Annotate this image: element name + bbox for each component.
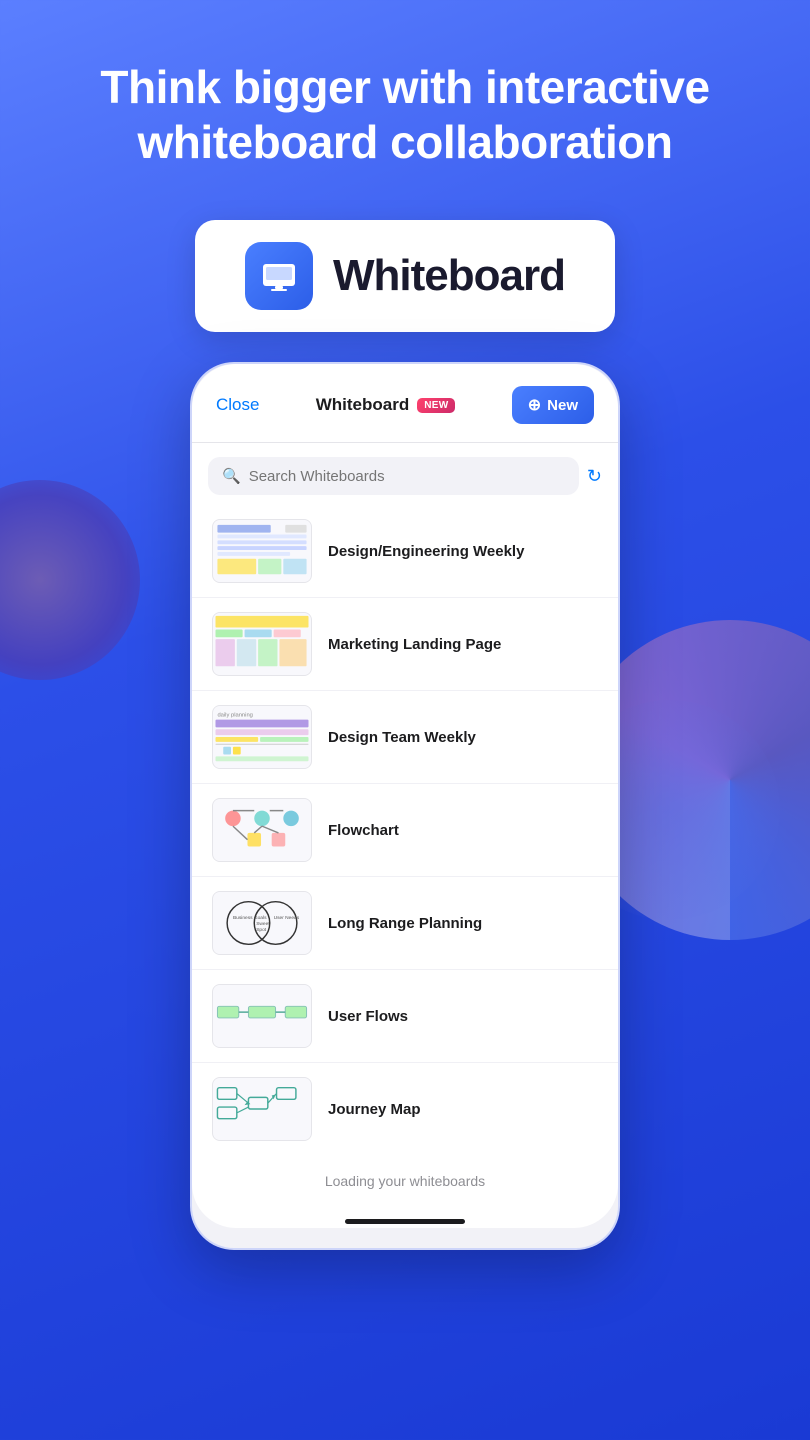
item-thumbnail: [212, 1077, 312, 1141]
svg-text:Spot: Spot: [256, 927, 267, 933]
search-input[interactable]: [249, 468, 565, 485]
panel-header: Close Whiteboard NEW ⊕ New: [192, 364, 618, 443]
new-badge: NEW: [417, 398, 455, 413]
hero-title: Think bigger with interactive whiteboard…: [60, 60, 750, 170]
search-icon: 🔍: [222, 467, 241, 485]
whiteboard-list: Design/Engineering Weekly: [192, 505, 618, 1155]
item-name: Design/Engineering Weekly: [328, 543, 524, 560]
whiteboard-panel: Close Whiteboard NEW ⊕ New 🔍 ↻: [192, 364, 618, 1228]
item-thumbnail: [212, 612, 312, 676]
new-btn-label: New: [547, 397, 578, 414]
home-indicator: [192, 1207, 618, 1228]
blob-left: [0, 480, 140, 680]
svg-text:Sweet: Sweet: [256, 921, 270, 927]
search-row: 🔍 ↻: [208, 457, 602, 495]
list-item[interactable]: daily planning Design Team Weekly: [192, 691, 618, 784]
phone-frame: Close Whiteboard NEW ⊕ New 🔍 ↻: [190, 362, 620, 1250]
home-bar: [345, 1219, 465, 1224]
list-item[interactable]: User Flows: [192, 970, 618, 1063]
loading-text: Loading your whiteboards: [192, 1155, 618, 1207]
panel-title-group: Whiteboard NEW: [316, 395, 456, 415]
item-thumbnail: [212, 519, 312, 583]
item-name: Long Range Planning: [328, 915, 482, 932]
new-whiteboard-button[interactable]: ⊕ New: [512, 386, 594, 424]
wb-app-icon: [245, 242, 313, 310]
close-button[interactable]: Close: [216, 395, 259, 415]
item-name: Journey Map: [328, 1101, 421, 1118]
wb-badge: Whiteboard: [195, 220, 615, 332]
list-item[interactable]: Flowchart: [192, 784, 618, 877]
refresh-icon[interactable]: ↻: [587, 466, 602, 487]
item-name: User Flows: [328, 1008, 408, 1025]
whiteboard-icon: [259, 256, 299, 296]
item-name: Design Team Weekly: [328, 729, 476, 746]
list-item[interactable]: Design/Engineering Weekly: [192, 505, 618, 598]
item-name: Flowchart: [328, 822, 399, 839]
search-input-wrap: 🔍: [208, 457, 579, 495]
list-item[interactable]: Business Goals User Needs Sweet Spot Lon…: [192, 877, 618, 970]
item-thumbnail: daily planning: [212, 705, 312, 769]
svg-text:Business Goals: Business Goals: [233, 916, 267, 922]
svg-text:daily planning: daily planning: [217, 713, 252, 719]
search-container: 🔍 ↻: [192, 443, 618, 505]
new-btn-icon: ⊕: [528, 395, 541, 415]
hero-section: Think bigger with interactive whiteboard…: [0, 0, 810, 210]
item-name: Marketing Landing Page: [328, 636, 501, 653]
wb-label: Whiteboard: [333, 251, 565, 301]
svg-text:User Needs: User Needs: [274, 916, 300, 922]
list-item[interactable]: Marketing Landing Page: [192, 598, 618, 691]
item-thumbnail: Business Goals User Needs Sweet Spot: [212, 891, 312, 955]
item-thumbnail: [212, 984, 312, 1048]
wb-badge-container: Whiteboard: [0, 210, 810, 362]
item-thumbnail: [212, 798, 312, 862]
panel-title-text: Whiteboard: [316, 395, 410, 415]
list-item[interactable]: Journey Map: [192, 1063, 618, 1155]
